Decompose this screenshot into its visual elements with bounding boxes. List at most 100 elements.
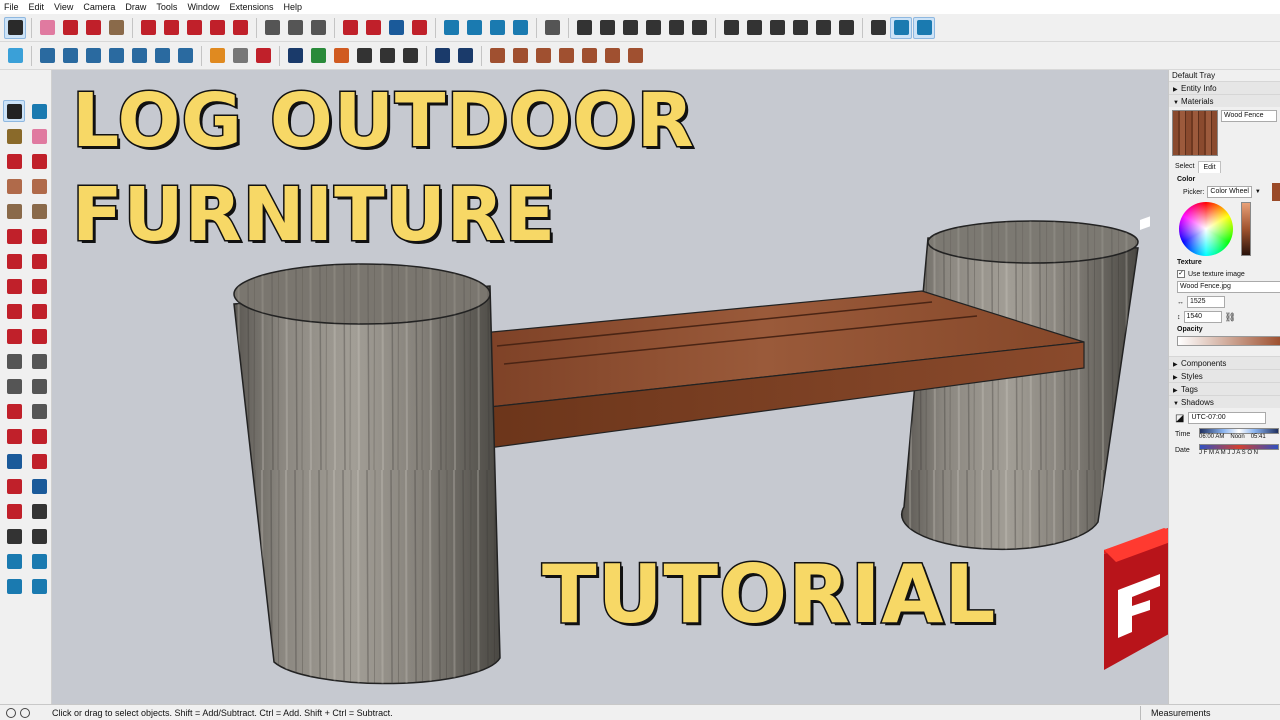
shaded-texture-button[interactable] <box>812 17 834 39</box>
shape-dropdown-button[interactable] <box>105 17 127 39</box>
rotate-button[interactable] <box>183 17 205 39</box>
offset-button[interactable] <box>28 325 50 347</box>
rotated-rectangle-button[interactable] <box>28 175 50 197</box>
tape-measure-button[interactable] <box>261 17 283 39</box>
previous-view-button[interactable] <box>28 475 50 497</box>
text-button[interactable] <box>284 17 306 39</box>
offset-button[interactable] <box>229 17 251 39</box>
eraser-button[interactable] <box>28 125 50 147</box>
solid-trim-button[interactable] <box>252 45 274 67</box>
timezone-select[interactable]: UTC-07:00 <box>1188 412 1267 424</box>
hidden-line-button[interactable] <box>766 17 788 39</box>
color-wheel[interactable] <box>1179 202 1233 256</box>
color-by-layer-button[interactable] <box>4 45 26 67</box>
info-button[interactable] <box>454 45 476 67</box>
push-pull-button[interactable] <box>137 17 159 39</box>
walk-button[interactable] <box>3 525 25 547</box>
add-location-button[interactable] <box>284 45 306 67</box>
solid-union-button[interactable] <box>206 45 228 67</box>
left-log[interactable] <box>233 263 501 685</box>
orbit-button[interactable] <box>3 425 25 447</box>
pan-button[interactable] <box>28 425 50 447</box>
sandbox-from-contours-button[interactable] <box>486 45 508 67</box>
mail-button[interactable] <box>431 45 453 67</box>
section-plane-button[interactable] <box>28 525 50 547</box>
menu-help[interactable]: Help <box>283 2 302 12</box>
walk-button[interactable] <box>128 45 150 67</box>
axes-button[interactable] <box>867 17 889 39</box>
rectangle-button[interactable] <box>3 175 25 197</box>
look-around-button[interactable] <box>151 45 173 67</box>
line-button[interactable] <box>3 150 25 172</box>
zoom-extents-button[interactable] <box>408 17 430 39</box>
axis-orient-button[interactable] <box>36 45 58 67</box>
polygon-button[interactable] <box>28 200 50 222</box>
section-plane-button[interactable] <box>890 16 912 39</box>
menu-extensions[interactable]: Extensions <box>229 2 273 12</box>
section-entity-info[interactable]: ▶ Entity Info <box>1169 81 1280 94</box>
menu-edit[interactable]: Edit <box>29 2 45 12</box>
sandbox-button[interactable] <box>28 575 50 597</box>
warehouse-button[interactable] <box>3 550 25 572</box>
lock-aspect-icon[interactable]: ⛓ <box>1225 312 1236 323</box>
axes-button[interactable] <box>3 400 25 422</box>
material-swatch[interactable] <box>1172 110 1218 156</box>
zoom-window-button[interactable] <box>28 450 50 472</box>
material-name-field[interactable]: Wood Fence <box>1221 110 1277 122</box>
cloud-upload-button[interactable] <box>376 45 398 67</box>
tape-measure-button[interactable] <box>3 350 25 372</box>
push-pull-button[interactable] <box>28 275 50 297</box>
brightness-slider[interactable] <box>1241 202 1251 256</box>
texture-height-field[interactable]: 1540 <box>1183 311 1222 323</box>
three-point-arc-button[interactable] <box>3 250 25 272</box>
scale-button[interactable] <box>3 325 25 347</box>
paint-bucket-button[interactable] <box>307 17 329 39</box>
make-component-button[interactable] <box>28 100 50 122</box>
top-view-button[interactable] <box>596 17 618 39</box>
freehand-button[interactable] <box>28 150 50 172</box>
section-cut-button[interactable] <box>913 16 935 39</box>
circle-button[interactable] <box>3 200 25 222</box>
geolocation-status-icon[interactable] <box>20 707 30 718</box>
move-button[interactable] <box>3 275 25 297</box>
pie-button[interactable] <box>28 250 50 272</box>
protractor-button[interactable] <box>3 375 25 397</box>
scale-button[interactable] <box>206 17 228 39</box>
menu-window[interactable]: Window <box>187 2 219 12</box>
measurements-box[interactable]: Measurements <box>1140 706 1211 720</box>
iso-view-button[interactable] <box>573 17 595 39</box>
eraser-button[interactable] <box>36 17 58 39</box>
paint-bucket-button[interactable] <box>3 125 25 147</box>
arc-button[interactable] <box>82 17 104 39</box>
sandbox-button[interactable] <box>509 17 531 39</box>
extension-warehouse-button[interactable] <box>28 550 50 572</box>
select-arrow-button[interactable] <box>4 16 26 39</box>
dimension-button[interactable] <box>28 350 50 372</box>
gear-button[interactable] <box>399 45 421 67</box>
look-around-button[interactable] <box>28 500 50 522</box>
drape-button[interactable] <box>578 45 600 67</box>
use-texture-checkbox[interactable]: ✓ <box>1177 270 1185 278</box>
texture-file-field[interactable]: Wood Fence.jpg <box>1177 281 1280 293</box>
modeling-viewport[interactable]: LOG OUTDOOR FURNITURE TUTORIAL <box>52 70 1168 704</box>
position-camera-button[interactable] <box>3 500 25 522</box>
select-button[interactable] <box>3 100 25 122</box>
menu-tools[interactable]: Tools <box>156 2 177 12</box>
account-button[interactable] <box>541 17 563 39</box>
tab-select[interactable]: Select <box>1171 161 1198 173</box>
front-view-button[interactable] <box>619 17 641 39</box>
stamp-button[interactable] <box>555 45 577 67</box>
rotate-button[interactable] <box>3 300 25 322</box>
tab-edit[interactable]: Edit <box>1198 161 1221 173</box>
move-button[interactable] <box>160 17 182 39</box>
axis-tool-button[interactable] <box>59 45 81 67</box>
menu-camera[interactable]: Camera <box>83 2 115 12</box>
right-view-button[interactable] <box>642 17 664 39</box>
photo-texture-button[interactable] <box>330 45 352 67</box>
section-shadows[interactable]: ▼ Shadows <box>1169 395 1280 408</box>
3d-text-button[interactable] <box>28 400 50 422</box>
menu-draw[interactable]: Draw <box>125 2 146 12</box>
section-tags[interactable]: ▶ Tags <box>1169 382 1280 395</box>
position-camera-button[interactable] <box>174 45 196 67</box>
section-styles[interactable]: ▶ Styles <box>1169 369 1280 382</box>
